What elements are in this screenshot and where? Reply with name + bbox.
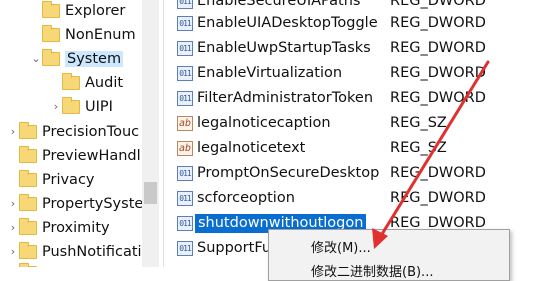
value-type: REG_DWORD [390,65,486,81]
value-name: EnableUwpStartupTasks [197,40,371,56]
tree-item-nonenum[interactable]: NonEnum [30,22,136,47]
folder-icon [42,0,60,18]
folder-icon [19,241,37,259]
value-type: REG_SZ [390,115,447,131]
value-type: REG_DWORD [390,15,486,31]
dword-icon: 011 [177,66,193,81]
tree-item-label: Privacy [42,171,95,188]
tree-item-label: PropertySyste [42,195,144,212]
value-name: scforceoption [197,190,295,206]
folder-icon [19,217,37,235]
folder-icon [19,145,37,163]
value-name: FilterAdministratorToken [197,90,374,106]
tree-item-previewhandlers[interactable]: PreviewHandl [7,143,141,168]
folder-icon [19,121,37,139]
string-icon: ab [177,141,193,156]
value-row[interactable]: 011 EnableVirtualization REG_DWORD [164,61,544,86]
tree-item-proximity[interactable]: › Proximity [7,215,110,240]
tree-item-explorer[interactable]: Explorer [30,0,125,23]
value-type: REG_DWORD [390,165,486,181]
value-name: legalnoticecaption [197,115,331,131]
value-row[interactable]: 011 PromptOnSecureDesktop REG_DWORD [164,161,544,186]
tree-item-label: Explorer [65,2,126,19]
tree-item-partial[interactable] [7,260,42,267]
menu-item-label: 修改(M)... [311,241,371,256]
value-row[interactable]: ab legalnoticetext REG_SZ [164,136,544,161]
tree-item-label: Proximity [42,219,110,236]
tree-item-system[interactable]: ⌄ System [30,46,124,71]
chevron-right-icon[interactable]: › [50,100,62,113]
value-name: EnableUIADesktopToggle [197,15,378,31]
folder-icon [62,96,80,114]
registry-values-list: 011 EnableSecureUIAPaths REG_DWORD 011 E… [164,0,544,267]
tree-item-label: NonEnum [65,26,136,43]
value-name: PromptOnSecureDesktop [197,165,380,181]
tree-item-uipi[interactable]: › UIPI [50,94,113,119]
tree-item-label: UIPI [85,98,113,115]
tree-item-privacy[interactable]: Privacy [7,167,95,192]
tree-item-label: PreviewHandl [42,147,141,164]
value-type: REG_DWORD [390,90,486,106]
value-row[interactable]: 011 EnableUIADesktopToggle REG_DWORD [164,11,544,36]
tree-item-precisiontouchpad[interactable]: › PrecisionTouc [7,119,139,144]
tree-item-label: PrecisionTouc [42,123,140,140]
dword-icon: 011 [177,91,193,106]
tree-item-propertysystem[interactable]: › PropertySyste [7,191,143,216]
folder-icon [62,72,80,90]
value-type: REG_SZ [390,140,447,156]
string-icon: ab [177,116,193,131]
chevron-right-icon[interactable]: › [7,221,19,234]
value-row[interactable]: 011 EnableUwpStartupTasks REG_DWORD [164,36,544,61]
tree-item-audit[interactable]: Audit [50,70,123,95]
chevron-right-icon[interactable]: › [7,197,19,210]
dword-icon: 011 [177,241,193,256]
dword-icon: 011 [177,0,193,9]
registry-key-tree: Explorer NonEnum ⌄ System Audit › UIPI ›… [0,0,160,267]
value-name: SupportFu [197,240,272,256]
tree-item-label: PushNotificati [42,243,142,260]
value-row[interactable]: 011 FilterAdministratorToken REG_DWORD [164,86,544,111]
dword-icon: 011 [177,16,193,31]
value-name: legalnoticetext [197,140,306,156]
value-row[interactable]: ab legalnoticecaption REG_SZ [164,111,544,136]
tree-item-label: Audit [85,74,124,91]
chevron-right-icon[interactable]: › [7,125,19,138]
folder-icon [19,193,37,211]
value-name: EnableSecureUIAPaths [197,0,361,9]
dword-icon: 011 [177,191,193,206]
folder-icon [42,24,60,42]
folder-icon [19,169,37,187]
value-name: EnableVirtualization [197,65,343,81]
chevron-down-icon[interactable]: ⌄ [30,52,42,65]
tree-scrollbar[interactable] [142,0,159,267]
value-type: REG_DWORD [390,190,486,206]
menu-item-label: 修改二进制数据(B)... [311,265,434,280]
tree-item-label: System [65,50,124,67]
menu-item-modify-binary[interactable]: 修改二进制数据(B)... [269,259,509,280]
dword-icon: 011 [177,166,193,181]
chevron-right-icon[interactable]: › [7,245,19,258]
value-type: REG_DWORD [390,40,486,56]
menu-item-modify[interactable]: 修改(M)... [269,235,509,257]
dword-icon: 011 [177,41,193,56]
value-row[interactable]: 011 scforceoption REG_DWORD [164,186,544,211]
value-type: REG_DWORD [390,0,486,9]
dword-icon: 011 [177,216,193,231]
folder-icon [42,48,60,66]
context-menu: 修改(M)... 修改二进制数据(B)... [268,229,510,281]
tree-scrollbar-thumb[interactable] [144,182,157,204]
